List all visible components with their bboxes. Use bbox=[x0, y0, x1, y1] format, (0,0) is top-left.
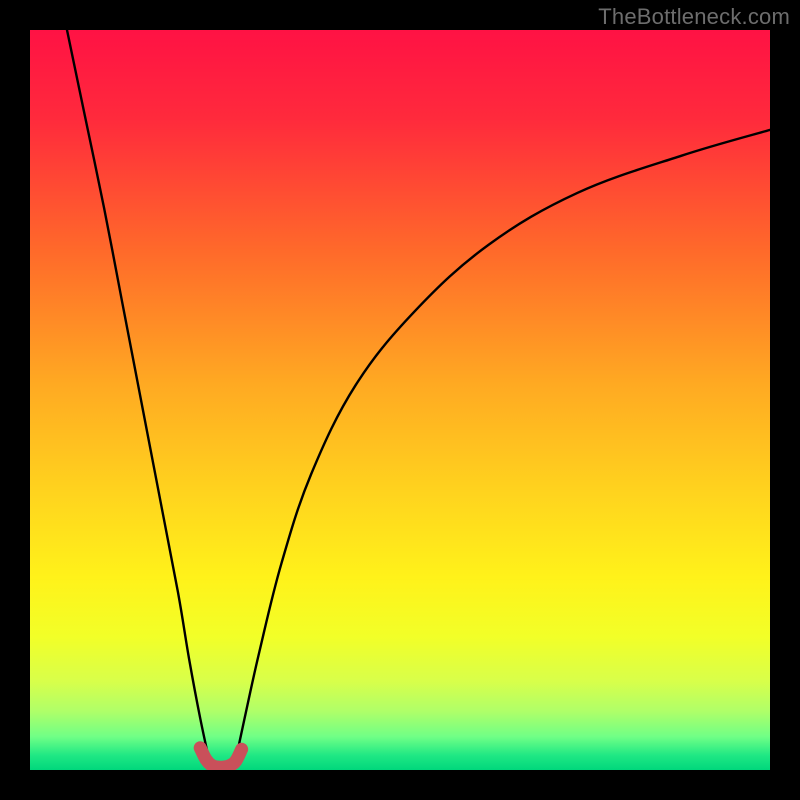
curve-right-branch bbox=[234, 130, 771, 770]
curve-left-branch bbox=[67, 30, 211, 770]
curve-bottom-marker bbox=[200, 748, 241, 767]
chart-frame: TheBottleneck.com bbox=[0, 0, 800, 800]
plot-area bbox=[30, 30, 770, 770]
curve-layer bbox=[30, 30, 770, 770]
watermark-text: TheBottleneck.com bbox=[598, 4, 790, 30]
